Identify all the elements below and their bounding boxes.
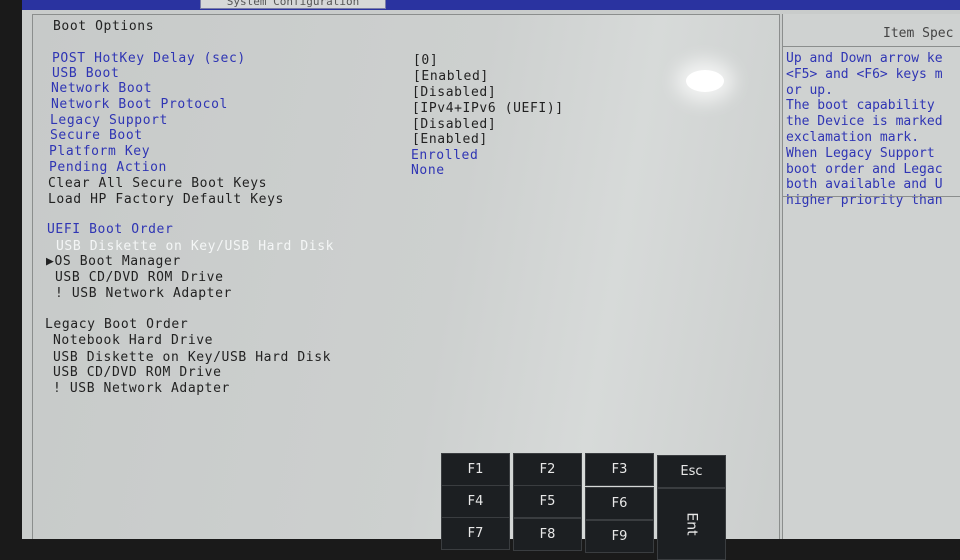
key-f2[interactable]: F2 (513, 453, 582, 486)
setting-label-usb-boot[interactable]: USB Boot (52, 66, 119, 81)
key-f7[interactable]: F7 (441, 517, 510, 550)
key-enter-label: Ent (683, 512, 700, 536)
key-f1[interactable]: F1 (441, 453, 510, 486)
load-factory-default-keys-action[interactable]: Load HP Factory Default Keys (48, 192, 284, 207)
side-panel-divider (782, 196, 960, 197)
help-line: both available and U (786, 177, 943, 193)
help-line: Up and Down arrow ke (786, 51, 943, 66)
clear-secure-boot-keys-action[interactable]: Clear All Secure Boot Keys (48, 176, 267, 191)
legacy-boot-item[interactable]: Notebook Hard Drive (53, 333, 213, 348)
help-line: The boot capability (786, 98, 935, 114)
setting-value-legacy-support[interactable]: [Disabled] (412, 117, 496, 132)
setting-label-pending-action[interactable]: Pending Action (49, 160, 167, 175)
legacy-boot-item[interactable]: USB CD/DVD ROM Drive (53, 365, 222, 380)
key-f9[interactable]: F9 (585, 520, 654, 553)
top-menu-bar: System Configuration (22, 0, 960, 10)
help-line: the Device is marked (786, 114, 943, 130)
legacy-boot-order-title: Legacy Boot Order (45, 317, 189, 332)
key-f8[interactable]: F8 (513, 518, 582, 551)
item-specific-help-panel: Item Spec Up and Down arrow ke <F5> and … (782, 14, 960, 539)
setting-label-legacy-support[interactable]: Legacy Support (50, 113, 168, 128)
screen-glare (686, 70, 724, 92)
legacy-boot-item[interactable]: ! USB Network Adapter (53, 381, 230, 396)
key-f6[interactable]: F6 (585, 487, 654, 520)
uefi-boot-item-label: OS Boot Manager (54, 254, 181, 269)
setting-value-usb-boot[interactable]: [Enabled] (413, 69, 489, 84)
setting-label-secure-boot[interactable]: Secure Boot (50, 128, 143, 143)
setting-value-post-hotkey-delay[interactable]: [0] (413, 53, 438, 68)
uefi-boot-item[interactable]: ! USB Network Adapter (55, 286, 232, 301)
key-f3[interactable]: F3 (585, 453, 654, 486)
side-panel-title: Item Spec (783, 14, 960, 47)
setting-value-network-boot-protocol[interactable]: [IPv4+IPv6 (UEFI)] (412, 101, 564, 116)
tab-system-configuration[interactable]: System Configuration (200, 0, 386, 9)
setting-value-network-boot[interactable]: [Disabled] (412, 85, 496, 100)
key-esc[interactable]: Esc (657, 455, 726, 488)
help-line: When Legacy Support (786, 145, 935, 161)
legacy-boot-item[interactable]: USB Diskette on Key/USB Hard Disk (53, 350, 331, 365)
key-f5[interactable]: F5 (513, 485, 582, 518)
help-line: boot order and Legac (786, 161, 943, 177)
uefi-boot-item[interactable]: USB Diskette on Key/USB Hard Disk (56, 239, 334, 254)
help-text: Up and Down arrow ke <F5> and <F6> keys … (783, 47, 960, 209)
setting-label-post-hotkey-delay[interactable]: POST HotKey Delay (sec) (52, 51, 246, 66)
uefi-boot-item-selected[interactable]: ▶OS Boot Manager (46, 254, 181, 269)
setting-value-platform-key: Enrolled (411, 148, 479, 163)
setting-value-secure-boot[interactable]: [Enabled] (412, 132, 488, 147)
help-line: exclamation mark. (786, 129, 920, 145)
key-f4[interactable]: F4 (441, 485, 510, 518)
setting-label-network-boot[interactable]: Network Boot (51, 81, 152, 96)
key-enter[interactable]: Ent (657, 488, 726, 560)
help-line: <F5> and <F6> keys m (786, 66, 943, 82)
section-title: Boot Options (53, 19, 155, 34)
setting-label-network-boot-protocol[interactable]: Network Boot Protocol (51, 97, 228, 112)
uefi-boot-item[interactable]: USB CD/DVD ROM Drive (55, 270, 224, 285)
uefi-boot-order-title: UEFI Boot Order (47, 222, 174, 237)
setting-label-platform-key[interactable]: Platform Key (49, 144, 150, 159)
setting-value-pending-action: None (411, 163, 445, 178)
help-line: or up. (786, 82, 833, 98)
